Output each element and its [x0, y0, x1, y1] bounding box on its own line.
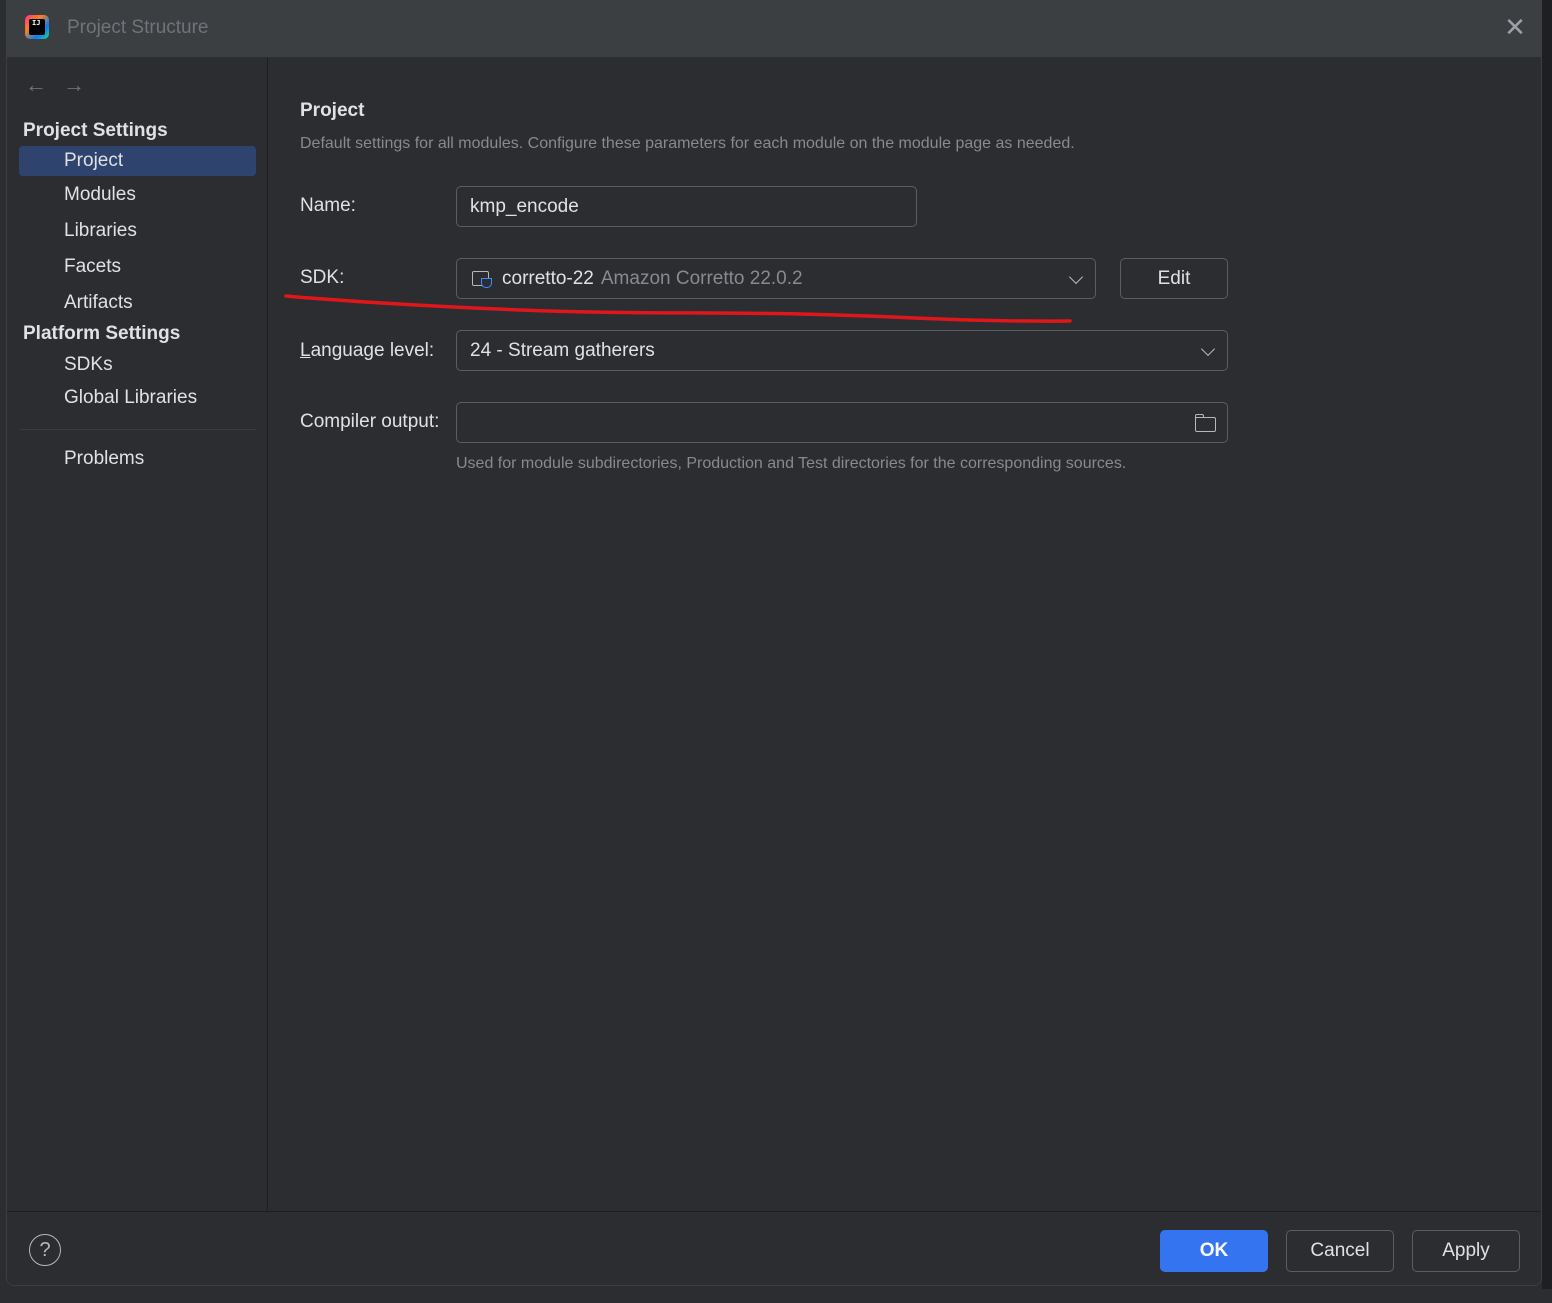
name-label: Name:	[300, 195, 356, 216]
help-icon[interactable]: ?	[29, 1234, 61, 1266]
platform-settings-header: Platform Settings	[23, 323, 181, 344]
project-name-field[interactable]: kmp_encode	[456, 186, 917, 227]
sidebar-item-problems[interactable]: Problems	[19, 444, 256, 474]
sidebar-item-artifacts[interactable]: Artifacts	[19, 288, 256, 318]
project-settings-panel: Project Default settings for all modules…	[268, 58, 1541, 1211]
dialog-titlebar[interactable]: IJ Project Structure ✕	[7, 1, 1541, 58]
background-right-edge	[1542, 0, 1552, 1303]
background-status-bar	[0, 1289, 1552, 1303]
intellij-logo-icon: IJ	[25, 15, 49, 39]
history-navigation: ← →	[25, 72, 101, 98]
forward-arrow-icon[interactable]: →	[63, 72, 101, 98]
compiler-output-hint: Used for module subdirectories, Producti…	[456, 455, 1127, 472]
sidebar-item-modules[interactable]: Modules	[19, 180, 256, 210]
apply-button[interactable]: Apply	[1412, 1230, 1520, 1272]
jdk-folder-icon	[472, 269, 494, 289]
language-level-accesskey: L	[300, 340, 311, 361]
ok-button[interactable]: OK	[1160, 1230, 1268, 1272]
sdk-version-detail: Amazon Corretto 22.0.2	[600, 267, 803, 289]
sdk-edit-button[interactable]: Edit	[1120, 258, 1228, 299]
sidebar-item-global-libraries[interactable]: Global Libraries	[19, 383, 256, 413]
back-arrow-icon[interactable]: ←	[25, 72, 63, 98]
project-structure-dialog: IJ Project Structure ✕ ← → Project Settin…	[6, 0, 1542, 1286]
project-settings-header: Project Settings	[23, 120, 168, 141]
sidebar-item-facets[interactable]: Facets	[19, 252, 256, 282]
dialog-footer: ? OK Cancel Apply	[7, 1211, 1541, 1285]
cancel-button[interactable]: Cancel	[1286, 1230, 1394, 1272]
chevron-down-icon	[1068, 269, 1084, 284]
language-level-dropdown[interactable]: 24 - Stream gatherers	[456, 330, 1228, 371]
page-description: Default settings for all modules. Config…	[300, 135, 1075, 152]
folder-icon[interactable]	[1195, 414, 1217, 432]
sidebar-divider	[19, 429, 256, 430]
dialog-title: Project Structure	[67, 17, 209, 38]
close-icon[interactable]: ✕	[1503, 14, 1527, 40]
compiler-output-field[interactable]	[456, 402, 1228, 443]
project-name-value: kmp_encode	[470, 195, 579, 217]
sidebar-item-sdks[interactable]: SDKs	[19, 350, 256, 380]
sdk-label: SDK:	[300, 267, 345, 288]
sdk-dropdown[interactable]: corretto-22 Amazon Corretto 22.0.2	[456, 258, 1096, 299]
sidebar-item-project[interactable]: Project	[19, 146, 256, 176]
sidebar-item-libraries[interactable]: Libraries	[19, 216, 256, 246]
language-level-value: 24 - Stream gatherers	[470, 339, 655, 361]
settings-sidebar: ← → Project Settings Project Modules Libr…	[7, 58, 268, 1211]
language-level-label-text: anguage level:	[310, 340, 435, 361]
compiler-output-label: Compiler output:	[300, 411, 440, 432]
language-level-label: Language level:	[300, 340, 434, 362]
sdk-name: corretto-22	[502, 267, 594, 289]
page-title: Project	[300, 100, 365, 121]
chevron-down-icon	[1200, 341, 1216, 356]
